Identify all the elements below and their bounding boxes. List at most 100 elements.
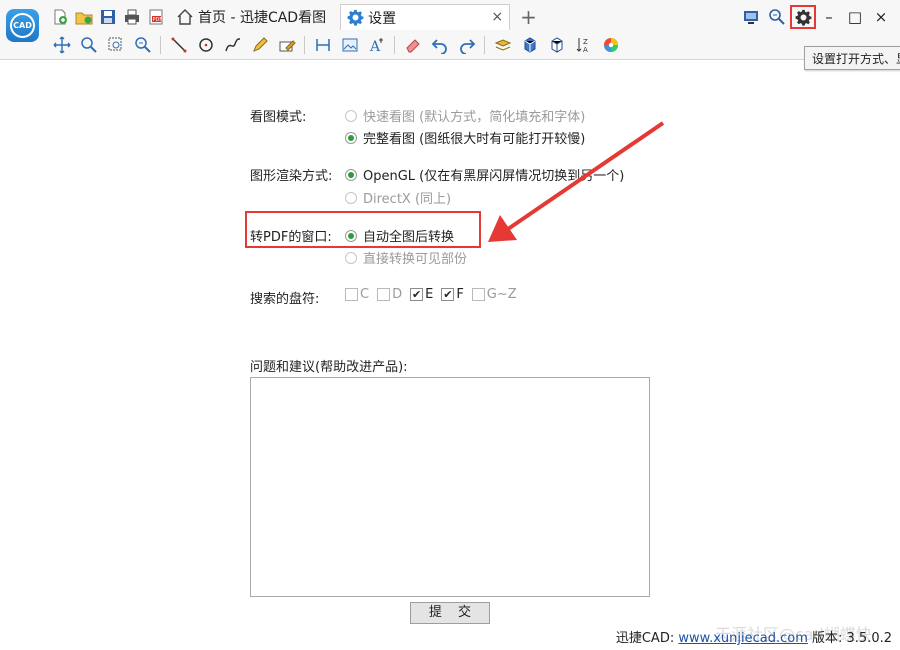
drive-e-checkbox[interactable]: ✔ E xyxy=(410,287,433,302)
3d-view-tool[interactable] xyxy=(516,33,543,57)
save-button[interactable] xyxy=(96,6,120,28)
footer-brand: 迅捷CAD: xyxy=(615,631,675,646)
checkmark-icon[interactable]: ✔ xyxy=(441,288,455,301)
text-tool[interactable]: A xyxy=(363,33,390,57)
drive-d-checkbox[interactable]: D xyxy=(377,287,402,302)
tab-home-label: 首页 - 迅捷CAD看图 xyxy=(198,10,327,26)
drive-label: C xyxy=(360,287,370,302)
pan-tool[interactable] xyxy=(48,33,75,57)
pdf-export-icon: PDF xyxy=(149,9,163,25)
svg-text:Z: Z xyxy=(583,38,588,46)
settings-gear-icon xyxy=(795,9,811,26)
zoom-tool[interactable] xyxy=(75,33,102,57)
view-mode-full-option[interactable]: 完整看图 (图纸很大时有可能打开较慢) xyxy=(345,128,585,147)
radio-selected[interactable] xyxy=(345,168,357,181)
gear-icon xyxy=(347,9,364,26)
sort-az-icon: ZA xyxy=(576,38,588,54)
view-mode-fast-option[interactable]: 快速看图 (默认方式，简化填充和字体) xyxy=(345,106,585,125)
app-logo[interactable]: CAD xyxy=(6,9,39,42)
settings-button[interactable] xyxy=(790,5,816,29)
block-tool[interactable] xyxy=(543,33,570,57)
render-directx-option[interactable]: DirectX (同上) xyxy=(345,188,451,207)
toolbar-divider xyxy=(394,36,395,54)
radio-selected[interactable] xyxy=(345,131,357,144)
drive-gz-checkbox[interactable]: G~Z xyxy=(471,287,517,302)
eraser-tool[interactable] xyxy=(399,33,426,57)
radio-unselected[interactable] xyxy=(345,251,357,264)
option-text: 完整看图 (图纸很大时有可能打开较慢) xyxy=(363,132,586,147)
search-drives-label: 搜索的盘符: xyxy=(250,292,320,307)
app-window: CAD PDF 首页 - 迅捷CAD看图 设置 × + A Z A – □ × … xyxy=(0,0,900,650)
zoom-window-tool[interactable] xyxy=(102,33,129,57)
option-text: 直接转换可见部份 xyxy=(363,252,468,267)
minimize-button[interactable]: – xyxy=(816,5,842,29)
highlight-box xyxy=(245,211,481,248)
color-tool[interactable] xyxy=(597,33,624,57)
monitor-icon xyxy=(744,11,758,24)
pan-icon xyxy=(53,36,70,54)
polyline-tool[interactable] xyxy=(219,33,246,57)
footer: 迅捷CAD: www.xunjiecad.com 版本: 3.5.0.2 xyxy=(616,627,892,646)
annotate-icon xyxy=(279,40,296,52)
annotate-tool[interactable] xyxy=(273,33,300,57)
radio-unselected[interactable] xyxy=(345,191,357,204)
toolbar-divider xyxy=(484,36,485,54)
close-tab-icon[interactable]: × xyxy=(491,9,503,25)
sketch-tool[interactable] xyxy=(246,33,273,57)
checkbox-box[interactable] xyxy=(377,288,391,301)
submit-button[interactable]: 提 交 xyxy=(410,602,490,624)
screen-button[interactable] xyxy=(738,5,764,29)
drive-checkboxes: C D ✔ E ✔ F G~Z xyxy=(345,287,525,302)
circle-tool[interactable] xyxy=(192,33,219,57)
undo-button[interactable] xyxy=(426,33,453,57)
pdf-visible-option[interactable]: 直接转换可见部份 xyxy=(345,248,467,267)
arrow-head xyxy=(488,215,517,242)
measure-tool[interactable] xyxy=(309,33,336,57)
settings-tooltip: 设置打开方式、显 xyxy=(804,46,900,70)
pencil-icon xyxy=(252,37,268,52)
version-text: 版本: 3.5.0.2 xyxy=(812,631,892,646)
tab-settings-label: 设置 xyxy=(368,10,397,27)
print-button[interactable] xyxy=(120,6,144,28)
color-wheel-icon xyxy=(603,38,618,52)
checkbox-box[interactable] xyxy=(471,288,485,301)
feedback-textarea[interactable] xyxy=(250,377,650,597)
export-pdf-button[interactable]: PDF xyxy=(144,6,168,28)
option-text: DirectX (同上) xyxy=(363,192,452,207)
svg-text:PDF: PDF xyxy=(153,17,163,23)
tab-settings[interactable]: 设置 × xyxy=(340,4,511,30)
drive-f-checkbox[interactable]: ✔ F xyxy=(441,287,464,302)
insert-image-tool[interactable] xyxy=(336,33,363,57)
feedback-label: 问题和建议(帮助改进产品): xyxy=(250,360,408,375)
open-folder-icon xyxy=(75,12,93,25)
website-link[interactable]: www.xunjiecad.com xyxy=(678,631,808,646)
title-toolbar: CAD PDF 首页 - 迅捷CAD看图 设置 × + A Z A – □ × xyxy=(0,0,900,60)
new-file-button[interactable] xyxy=(48,6,72,28)
tab-home[interactable]: 首页 - 迅捷CAD看图 xyxy=(170,4,332,30)
add-tab-button[interactable]: + xyxy=(516,4,541,30)
drive-label: D xyxy=(392,287,403,302)
zoom-extents-tool[interactable] xyxy=(129,33,156,57)
radio-unselected[interactable] xyxy=(345,109,357,122)
render-opengl-option[interactable]: OpenGL (仅在有黑屏闪屏情况切换到另一个) xyxy=(345,165,624,184)
sort-tool[interactable]: ZA xyxy=(570,33,597,57)
close-window-button[interactable]: × xyxy=(868,5,894,29)
option-text: 快速看图 (默认方式，简化填充和字体) xyxy=(363,110,586,125)
zoom-window-icon xyxy=(108,37,121,51)
line-tool[interactable] xyxy=(165,33,192,57)
checkmark-icon[interactable]: ✔ xyxy=(410,288,424,301)
drive-label: F xyxy=(456,287,464,302)
search-icon xyxy=(769,9,785,25)
open-folder-button[interactable] xyxy=(72,6,96,28)
printer-icon xyxy=(125,9,139,25)
layers-tool[interactable] xyxy=(489,33,516,57)
view-mode-label: 看图模式: xyxy=(250,110,307,125)
text-icon: A xyxy=(369,38,383,54)
quick-access-bar: PDF 首页 - 迅捷CAD看图 设置 × + xyxy=(48,4,541,30)
cube-icon xyxy=(524,37,535,53)
checkbox-box[interactable] xyxy=(345,288,358,301)
drive-c-checkbox[interactable]: C xyxy=(345,287,369,302)
redo-button[interactable] xyxy=(453,33,480,57)
maximize-button[interactable]: □ xyxy=(842,5,868,29)
search-drawing-button[interactable] xyxy=(764,5,790,29)
